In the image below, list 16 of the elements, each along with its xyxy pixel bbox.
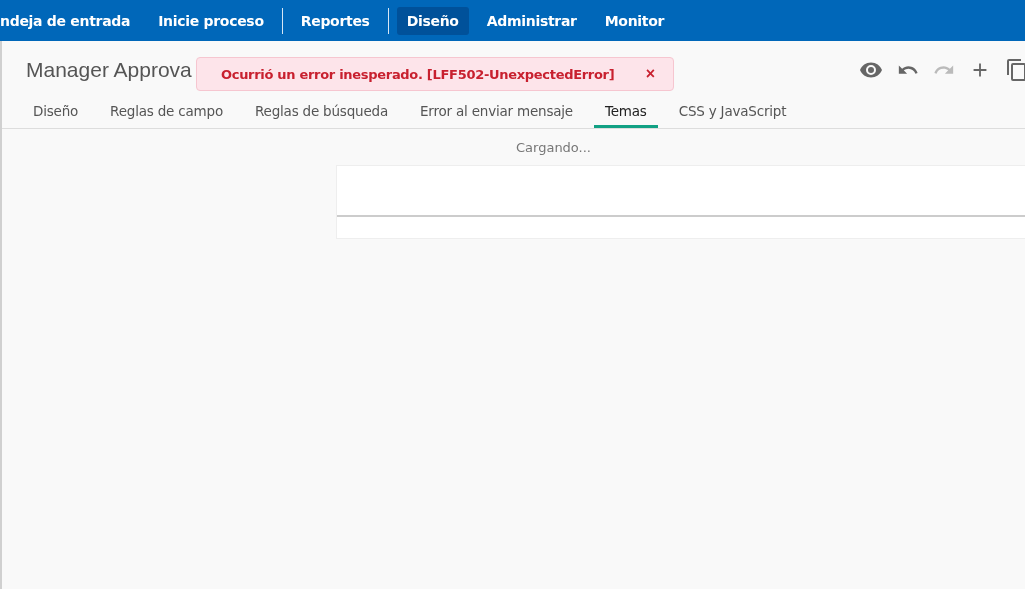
nav-link[interactable]: ndeja de entrada bbox=[0, 6, 141, 35]
tab[interactable]: Reglas de campo bbox=[99, 103, 234, 128]
loading-text: Cargando... bbox=[515, 139, 592, 157]
tab[interactable]: Reglas de búsqueda bbox=[243, 103, 399, 128]
error-message: Ocurrió un error inesperado. [LFF502-UnexpectedError] bbox=[221, 66, 615, 82]
page-title: Manager Approva bbox=[26, 58, 192, 82]
close-button[interactable]: × bbox=[641, 65, 659, 83]
tab[interactable]: CSS y JavaScript bbox=[667, 103, 798, 128]
nav-link[interactable]: Administrar bbox=[476, 6, 587, 35]
tab[interactable]: Diseño bbox=[22, 103, 90, 128]
nav-link[interactable]: Diseño bbox=[396, 6, 469, 35]
nav-link[interactable]: Reportes bbox=[290, 6, 380, 35]
nav-link[interactable]: Monitor bbox=[594, 6, 675, 35]
tab[interactable]: Temas bbox=[593, 103, 658, 128]
nav-link[interactable]: Inicie proceso bbox=[148, 6, 274, 35]
tab[interactable]: Error al enviar mensaje bbox=[408, 103, 584, 128]
